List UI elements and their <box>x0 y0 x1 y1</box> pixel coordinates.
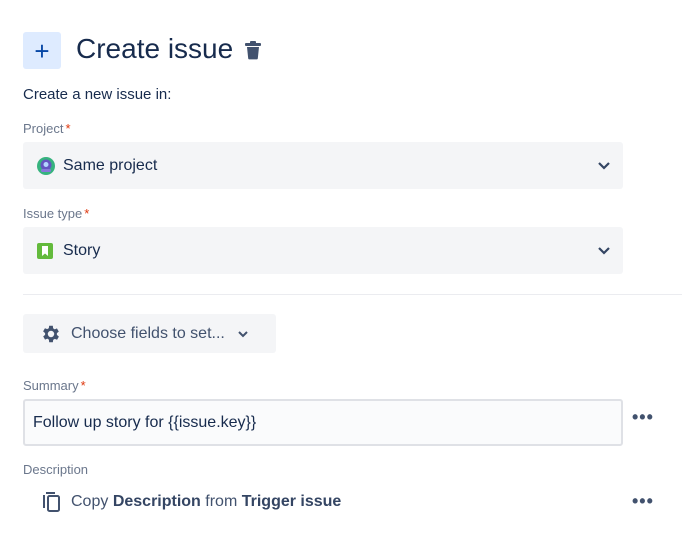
issue-type-label: Issue type * <box>23 206 90 221</box>
gear-icon <box>43 325 59 342</box>
summary-more-button[interactable]: ••• <box>632 407 654 428</box>
project-select[interactable]: Same project <box>23 142 623 189</box>
issue-type-value: Story <box>63 241 101 259</box>
intro-text: Create a new issue in: <box>23 86 172 103</box>
description-copy-row[interactable]: Copy Description from Trigger issue <box>42 491 341 513</box>
project-label: Project * <box>23 121 71 136</box>
project-value: Same project <box>63 156 158 174</box>
description-label: Description <box>23 462 89 477</box>
chevron-down-icon <box>238 330 248 337</box>
chevron-down-icon <box>598 162 610 170</box>
page-title: Create issue <box>76 33 234 64</box>
choose-fields-button[interactable]: Choose fields to set... <box>23 314 276 353</box>
copy-icon <box>43 492 60 512</box>
plus-icon: + <box>34 35 50 66</box>
add-action-button[interactable]: + <box>23 32 61 69</box>
project-avatar-icon <box>37 156 55 175</box>
trash-icon[interactable] <box>243 40 263 65</box>
summary-label: Summary * <box>23 378 86 393</box>
chevron-down-icon <box>598 247 610 255</box>
summary-input[interactable]: Follow up story for {{issue.key}} <box>23 399 623 446</box>
divider <box>23 294 682 295</box>
issue-type-select[interactable]: Story <box>23 227 623 274</box>
description-more-button[interactable]: ••• <box>632 491 654 512</box>
story-icon <box>37 242 53 259</box>
